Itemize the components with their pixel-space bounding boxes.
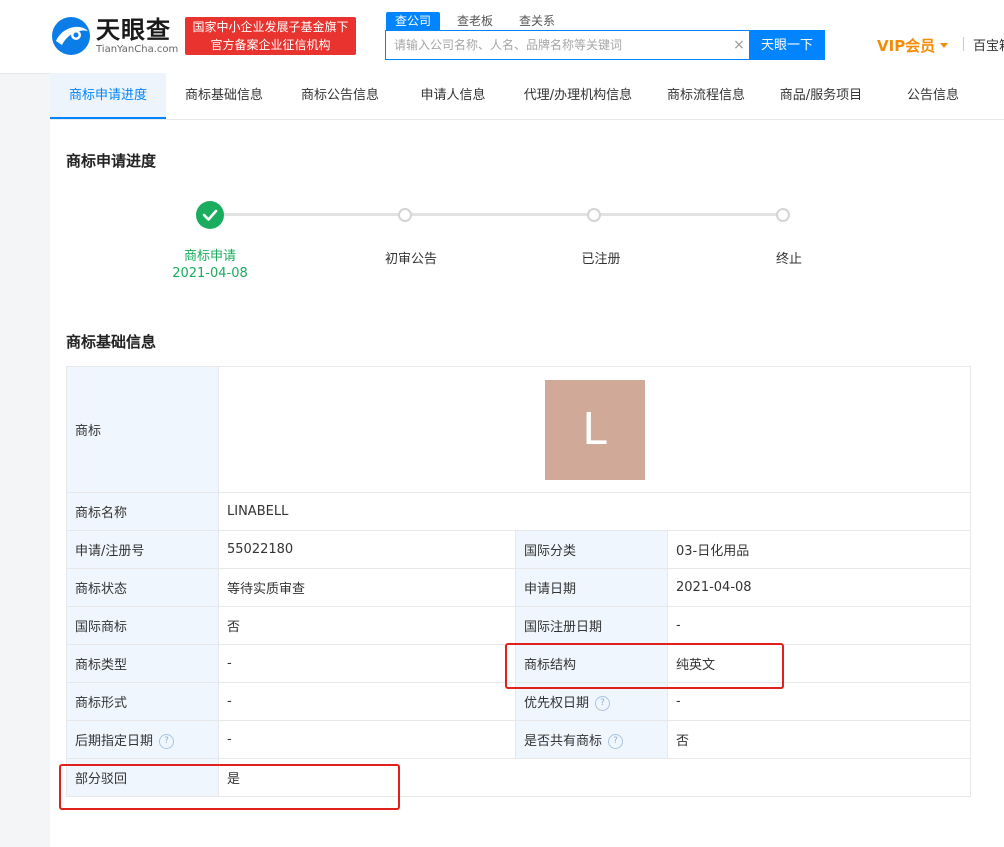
logo-eye-icon bbox=[50, 15, 92, 57]
step-label: 商标申请 bbox=[183, 249, 236, 264]
step-label: 初审公告 bbox=[384, 252, 437, 267]
table-row: 商标名称 LINABELL bbox=[66, 492, 971, 531]
tab-application-progress[interactable]: 商标申请进度 bbox=[50, 73, 166, 119]
tab-goods-services[interactable]: 商品/服务项目 bbox=[764, 73, 878, 119]
cell-label-with-help: 是否共有商标? bbox=[515, 720, 668, 759]
help-question-icon[interactable]: ? bbox=[595, 696, 611, 711]
cell-label: 商标形式 bbox=[66, 682, 219, 721]
table-row: 商标 L bbox=[66, 366, 971, 493]
progress-line bbox=[210, 213, 784, 216]
official-badge: 国家中小企业发展子基金旗下 官方备案企业征信机构 bbox=[185, 17, 356, 55]
progress-step-terminated: 终止 bbox=[719, 248, 859, 267]
cell-label: 商标名称 bbox=[66, 492, 219, 531]
header-divider bbox=[963, 37, 964, 51]
cell-label: 后期指定日期 bbox=[75, 734, 154, 749]
tab-agency-info[interactable]: 代理/办理机构信息 bbox=[508, 73, 648, 119]
cell-label: 是否共有商标 bbox=[524, 734, 603, 749]
cell-value: 55022180 bbox=[218, 530, 516, 569]
caret-down-icon bbox=[940, 43, 949, 48]
cell-value: 否 bbox=[667, 720, 971, 759]
tab-process-info[interactable]: 商标流程信息 bbox=[648, 73, 764, 119]
cell-label: 国际分类 bbox=[515, 530, 668, 569]
cell-label: 申请/注册号 bbox=[66, 530, 219, 569]
cell-value: - bbox=[667, 606, 971, 645]
basic-info-table: 商标 L 商标名称 LINABELL 申请/注册号 55022180 国际分类 … bbox=[66, 366, 971, 797]
toolbox-link[interactable]: 百宝箱 bbox=[973, 35, 1004, 54]
cell-value: - bbox=[218, 720, 516, 759]
cell-value: 03-日化用品 bbox=[667, 530, 971, 569]
step-label: 已注册 bbox=[581, 252, 621, 267]
cell-value: LINABELL bbox=[218, 492, 971, 531]
progress-step-preliminary: 初审公告 bbox=[341, 248, 481, 267]
table-row: 申请/注册号 55022180 国际分类 03-日化用品 bbox=[66, 530, 971, 569]
step-pending-node bbox=[776, 208, 790, 222]
cell-value: 否 bbox=[218, 606, 516, 645]
table-row: 商标状态 等待实质审查 申请日期 2021-04-08 bbox=[66, 568, 971, 607]
progress-step-applied: 商标申请 2021-04-08 bbox=[140, 245, 280, 281]
logo-subtitle: TianYanCha.com bbox=[96, 44, 179, 55]
highlight-box-partial-reject bbox=[59, 764, 400, 810]
search-tab-company[interactable]: 查公司 bbox=[386, 12, 441, 30]
step-date: 2021-04-08 bbox=[172, 266, 248, 281]
search-tab-relation[interactable]: 查关系 bbox=[510, 12, 564, 30]
trademark-image[interactable]: L bbox=[544, 379, 645, 480]
progress-step-registered: 已注册 bbox=[531, 248, 671, 267]
cell-value: - bbox=[218, 682, 516, 721]
step-label: 终止 bbox=[775, 252, 802, 267]
detail-tabs: 商标申请进度 商标基础信息 商标公告信息 申请人信息 代理/办理机构信息 商标流… bbox=[50, 73, 1004, 120]
vip-menu[interactable]: VIP会员 bbox=[877, 35, 949, 56]
search-box: × 天眼一下 bbox=[385, 30, 825, 60]
cell-label: 商标 bbox=[66, 366, 219, 493]
basic-section-title: 商标基础信息 bbox=[66, 333, 157, 351]
table-row: 国际商标 否 国际注册日期 - bbox=[66, 606, 971, 645]
cell-value: 等待实质审查 bbox=[218, 568, 516, 607]
cell-value: - bbox=[218, 644, 516, 683]
step-pending-node bbox=[398, 208, 412, 222]
highlight-box-structure bbox=[505, 643, 784, 689]
badge-line-1: 国家中小企业发展子基金旗下 bbox=[192, 20, 349, 34]
vip-label: VIP会员 bbox=[877, 37, 936, 55]
trademark-detail-card: 商标申请进度 商标基础信息 商标公告信息 申请人信息 代理/办理机构信息 商标流… bbox=[50, 73, 1004, 847]
clear-icon[interactable]: × bbox=[731, 37, 747, 53]
progress-section-title: 商标申请进度 bbox=[66, 152, 157, 170]
table-row: 后期指定日期? - 是否共有商标? 否 bbox=[66, 720, 971, 759]
cell-label: 国际注册日期 bbox=[515, 606, 668, 645]
progress-tracker: 商标申请 2021-04-08 初审公告 已注册 终止 bbox=[50, 199, 1004, 289]
tab-announcement-info[interactable]: 商标公告信息 bbox=[282, 73, 398, 119]
trademark-image-cell: L bbox=[218, 366, 971, 493]
top-header: 天眼查 TianYanCha.com 国家中小企业发展子基金旗下 官方备案企业征… bbox=[0, 0, 1004, 74]
search-button[interactable]: 天眼一下 bbox=[749, 30, 825, 60]
help-question-icon[interactable]: ? bbox=[159, 734, 175, 749]
cell-label-with-help: 后期指定日期? bbox=[66, 720, 219, 759]
help-question-icon[interactable]: ? bbox=[608, 734, 624, 749]
step-done-check-icon bbox=[196, 201, 224, 229]
logo[interactable]: 天眼查 TianYanCha.com bbox=[50, 14, 178, 58]
step-pending-node bbox=[587, 208, 601, 222]
search-tab-boss[interactable]: 查老板 bbox=[448, 12, 502, 30]
search-input[interactable] bbox=[386, 31, 742, 59]
cell-value: 2021-04-08 bbox=[667, 568, 971, 607]
cell-label: 申请日期 bbox=[515, 568, 668, 607]
cell-label: 国际商标 bbox=[66, 606, 219, 645]
badge-line-2: 官方备案企业征信机构 bbox=[210, 38, 331, 52]
search-type-tabs: 查公司 查老板 查关系 bbox=[386, 12, 572, 30]
tab-applicant-info[interactable]: 申请人信息 bbox=[398, 73, 508, 119]
tab-notice-info[interactable]: 公告信息 bbox=[878, 73, 988, 119]
logo-title: 天眼查 bbox=[96, 16, 171, 44]
cell-label: 商标状态 bbox=[66, 568, 219, 607]
cell-label: 商标类型 bbox=[66, 644, 219, 683]
tab-basic-info[interactable]: 商标基础信息 bbox=[166, 73, 282, 119]
cell-label: 优先权日期 bbox=[524, 696, 590, 711]
